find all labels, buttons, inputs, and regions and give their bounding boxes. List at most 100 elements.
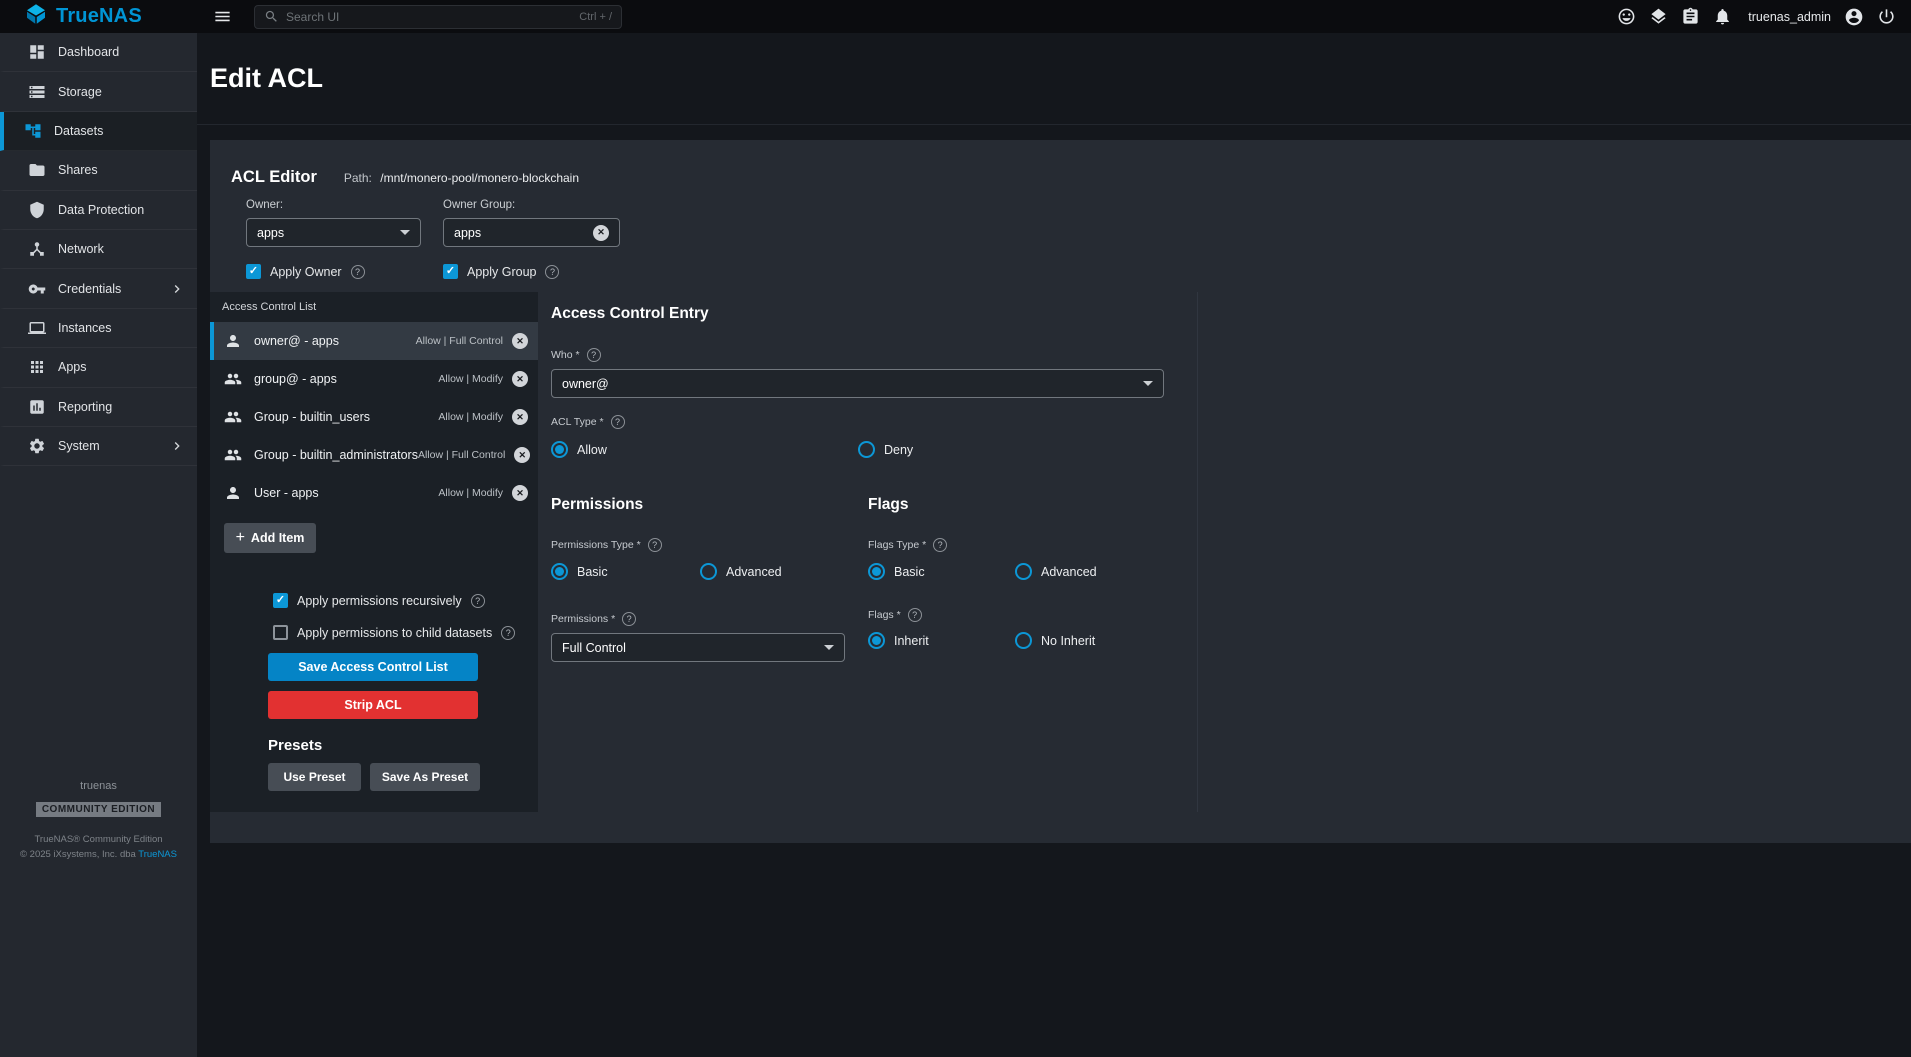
remove-entry-icon[interactable] (512, 371, 528, 387)
radio-icon (1015, 563, 1032, 580)
search-input[interactable] (286, 10, 572, 24)
copyright-link[interactable]: TrueNAS (138, 849, 177, 860)
truecommand-layers-icon[interactable] (1649, 7, 1668, 26)
strip-acl-button[interactable]: Strip ACL (268, 691, 478, 719)
acl-entry-permission: Allow | Modify (438, 411, 503, 423)
help-icon[interactable] (351, 265, 365, 279)
radio-allow[interactable]: Allow (551, 441, 858, 458)
permissions-label: Permissions * (551, 613, 615, 625)
radio-icon (700, 563, 717, 580)
radio-permissions-basic[interactable]: Basic (551, 563, 700, 580)
apply-group-checkbox[interactable] (443, 264, 458, 279)
power-icon[interactable] (1877, 7, 1896, 26)
help-icon[interactable] (611, 415, 625, 429)
help-icon[interactable] (933, 538, 947, 552)
clear-owner-group-icon[interactable] (593, 225, 609, 241)
user-icon (224, 484, 242, 502)
flags-type-label-row: Flags Type * (868, 538, 1188, 552)
sidebar-item-data-protection[interactable]: Data Protection (0, 191, 197, 230)
owner-group-input[interactable]: apps (443, 218, 620, 247)
menu-toggle-icon[interactable] (213, 7, 232, 26)
presets-title: Presets (268, 737, 538, 754)
save-acl-button[interactable]: Save Access Control List (268, 653, 478, 681)
search-box[interactable]: Ctrl + / (254, 5, 622, 29)
permissions-label-row: Permissions * (551, 612, 868, 626)
radio-deny[interactable]: Deny (858, 441, 913, 458)
radio-permissions-advanced[interactable]: Advanced (700, 563, 782, 580)
brand[interactable]: TrueNAS (0, 2, 197, 31)
acl-entry-name: group@ - apps (254, 372, 337, 386)
acl-entry-row[interactable]: Group - builtin_users Allow | Modify (210, 398, 538, 436)
child-datasets-checkbox[interactable] (273, 625, 288, 640)
apply-owner-label: Apply Owner (270, 265, 342, 279)
acl-editor-header: ACL Editor Path: /mnt/monero-pool/monero… (210, 140, 1911, 187)
folder-icon (28, 161, 46, 179)
help-icon[interactable] (471, 594, 485, 608)
acl-type-options: Allow Deny (551, 441, 1197, 458)
help-icon[interactable] (622, 612, 636, 626)
sidebar-item-datasets[interactable]: Datasets (0, 112, 197, 151)
owner-field: Owner: apps (246, 199, 421, 247)
flags-label: Flags * (868, 609, 901, 621)
user-account-icon[interactable] (1844, 7, 1864, 27)
hostname: truenas (0, 780, 197, 792)
apply-owner-checkbox[interactable] (246, 264, 261, 279)
radio-flags-advanced[interactable]: Advanced (1015, 563, 1097, 580)
flags-title: Flags (868, 496, 1188, 514)
sidebar-item-apps[interactable]: Apps (0, 348, 197, 387)
key-icon (28, 280, 46, 298)
sidebar-item-storage[interactable]: Storage (0, 72, 197, 111)
who-select[interactable]: owner@ (551, 369, 1164, 398)
owner-group-field: Owner Group: apps (443, 199, 620, 247)
acl-entry-row[interactable]: owner@ - apps Allow | Full Control (210, 322, 538, 360)
sidebar-item-reporting[interactable]: Reporting (0, 388, 197, 427)
jobs-clipboard-icon[interactable] (1681, 7, 1700, 26)
sidebar-nav: Dashboard Storage Datasets Shares Data P… (0, 33, 197, 466)
dataset-path: Path: /mnt/monero-pool/monero-blockchain (344, 171, 579, 185)
use-preset-button[interactable]: Use Preset (268, 763, 361, 791)
owner-fields-row: Owner: apps Owner Group: apps (246, 199, 1911, 247)
remove-entry-icon[interactable] (514, 447, 530, 463)
help-icon[interactable] (587, 348, 601, 362)
remove-entry-icon[interactable] (512, 333, 528, 349)
save-as-preset-button[interactable]: Save As Preset (370, 763, 480, 791)
radio-label: Basic (894, 565, 925, 579)
help-icon[interactable] (545, 265, 559, 279)
access-control-entry-panel: Access Control Entry Who * owner@ ACL Ty… (538, 292, 1198, 812)
chevron-right-icon (169, 438, 185, 454)
radio-inherit[interactable]: Inherit (868, 632, 1015, 649)
acl-entry-row[interactable]: Group - builtin_administrators Allow | F… (210, 436, 538, 474)
main-content: Edit ACL ACL Editor Path: /mnt/monero-po… (197, 33, 1911, 1057)
sidebar-item-label: Apps (58, 360, 87, 374)
feedback-smiley-icon[interactable] (1617, 7, 1636, 26)
add-item-button[interactable]: Add Item (224, 523, 316, 553)
acl-entry-row[interactable]: group@ - apps Allow | Modify (210, 360, 538, 398)
sidebar-item-system[interactable]: System (0, 427, 197, 466)
radio-flags-basic[interactable]: Basic (868, 563, 1015, 580)
remove-entry-icon[interactable] (512, 409, 528, 425)
help-icon[interactable] (648, 538, 662, 552)
copyright-text: © 2025 iXsystems, Inc. dba (20, 849, 138, 860)
owner-select[interactable]: apps (246, 218, 421, 247)
search-shortcut: Ctrl + / (579, 11, 612, 23)
sidebar-item-instances[interactable]: Instances (0, 309, 197, 348)
acl-entry-row[interactable]: User - apps Allow | Modify (210, 474, 538, 512)
sidebar-item-shares[interactable]: Shares (0, 151, 197, 190)
sidebar-item-dashboard[interactable]: Dashboard (0, 33, 197, 72)
remove-entry-icon[interactable] (512, 485, 528, 501)
radio-no-inherit[interactable]: No Inherit (1015, 632, 1095, 649)
radio-label: Advanced (726, 565, 782, 579)
sidebar-item-network[interactable]: Network (0, 230, 197, 269)
permissions-type-label-row: Permissions Type * (551, 538, 868, 552)
acl-list-title: Access Control List (210, 292, 538, 322)
alerts-bell-icon[interactable] (1713, 7, 1732, 26)
brand-name: TrueNAS (56, 5, 142, 28)
recursive-checkbox[interactable] (273, 593, 288, 608)
help-icon[interactable] (908, 608, 922, 622)
permissions-type-label: Permissions Type * (551, 539, 641, 551)
help-icon[interactable] (501, 626, 515, 640)
acl-entry-permission: Allow | Full Control (418, 449, 505, 461)
sidebar-item-credentials[interactable]: Credentials (0, 269, 197, 308)
permissions-select[interactable]: Full Control (551, 633, 845, 662)
recursive-row: Apply permissions recursively (273, 593, 538, 608)
